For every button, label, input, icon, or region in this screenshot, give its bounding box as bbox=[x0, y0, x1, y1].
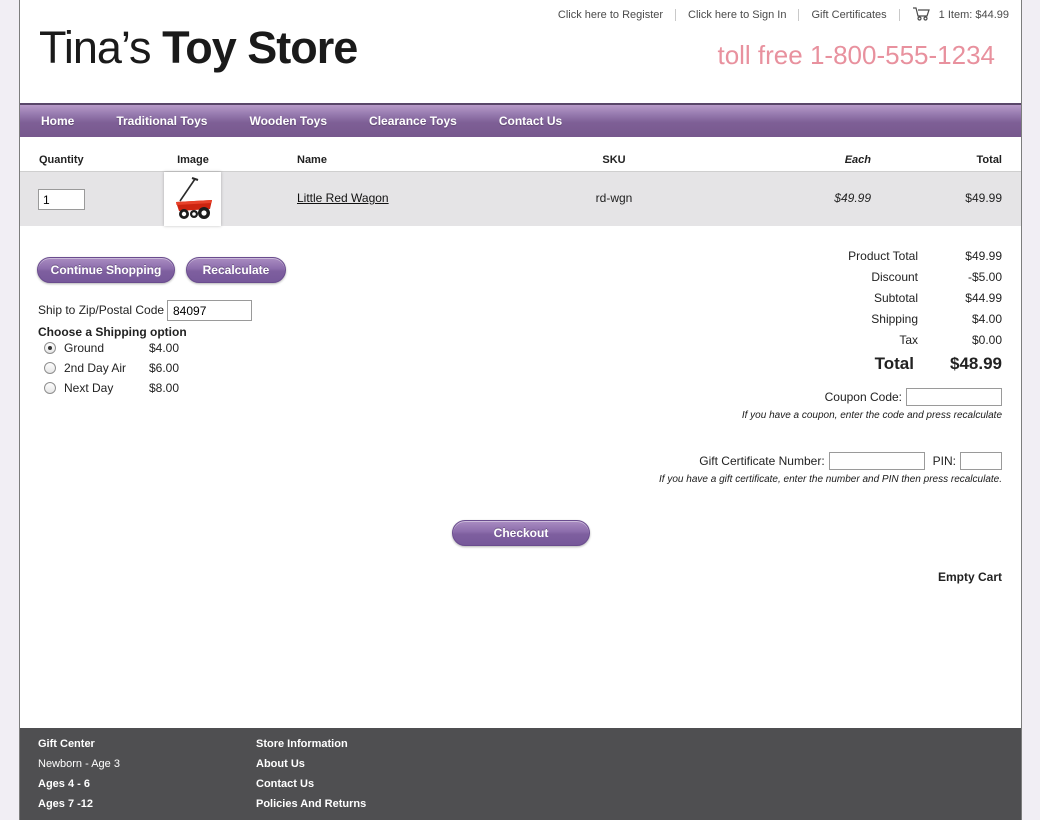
total-row-grand-total: Total $48.99 bbox=[762, 354, 1002, 374]
total-value: $0.00 bbox=[940, 333, 1002, 347]
zip-code-label: Ship to Zip/Postal Code bbox=[38, 303, 164, 317]
footer-heading: Gift Center bbox=[38, 738, 120, 750]
total-label: Product Total bbox=[798, 249, 918, 263]
gift-certificate-note: If you have a gift certificate, enter th… bbox=[659, 474, 1002, 485]
zip-code-input[interactable] bbox=[167, 300, 252, 321]
shipping-option-label: Next Day bbox=[64, 381, 113, 395]
column-header-quantity: Quantity bbox=[39, 154, 84, 166]
total-label: Discount bbox=[798, 270, 918, 284]
shopping-cart-icon bbox=[912, 6, 931, 24]
total-label: Tax bbox=[798, 333, 918, 347]
nav-item-home[interactable]: Home bbox=[20, 114, 95, 128]
radio-2nd-day-air[interactable] bbox=[44, 362, 56, 374]
column-header-image: Image bbox=[158, 154, 228, 166]
cart-table-header: Quantity Image Name SKU Each Total bbox=[20, 150, 1021, 172]
footer-link-newborn-age-3[interactable]: Newborn - Age 3 bbox=[38, 758, 120, 770]
nav-item-traditional-toys[interactable]: Traditional Toys bbox=[95, 114, 228, 128]
footer-heading: Store Information bbox=[256, 738, 366, 750]
cart-summary-link[interactable]: 1 Item: $44.99 bbox=[900, 6, 1009, 24]
pin-label: PIN: bbox=[933, 454, 956, 468]
total-label: Shipping bbox=[798, 312, 918, 326]
column-header-sku: SKU bbox=[564, 154, 664, 166]
total-row-product-total: Product Total $49.99 bbox=[762, 249, 1002, 263]
shipping-price-2nd-day-air: $6.00 bbox=[149, 361, 179, 375]
radio-next-day[interactable] bbox=[44, 382, 56, 394]
nav-item-wooden-toys[interactable]: Wooden Toys bbox=[228, 114, 348, 128]
total-value: $4.00 bbox=[940, 312, 1002, 326]
shipping-option-ground[interactable]: Ground bbox=[44, 341, 104, 355]
footer-column-store-information: Store Information About Us Contact Us Po… bbox=[256, 738, 366, 818]
shipping-price-ground: $4.00 bbox=[149, 341, 179, 355]
main-nav: Home Traditional Toys Wooden Toys Cleara… bbox=[20, 103, 1021, 137]
nav-item-clearance-toys[interactable]: Clearance Toys bbox=[348, 114, 478, 128]
register-link[interactable]: Click here to Register bbox=[546, 9, 675, 21]
gift-certificate-number-input[interactable] bbox=[829, 452, 925, 470]
product-name-link[interactable]: Little Red Wagon bbox=[297, 191, 389, 205]
order-totals: Product Total $49.99 Discount -$5.00 Sub… bbox=[762, 249, 1002, 381]
logo-first-word: Tina’s bbox=[39, 22, 151, 73]
pin-input[interactable] bbox=[960, 452, 1002, 470]
coupon-note: If you have a coupon, enter the code and… bbox=[742, 410, 1002, 421]
product-each-price: $49.99 bbox=[791, 191, 871, 205]
footer-link-ages-7-12[interactable]: Ages 7 -12 bbox=[38, 798, 120, 810]
column-header-name: Name bbox=[297, 154, 327, 166]
total-value: $49.99 bbox=[940, 249, 1002, 263]
radio-ground[interactable] bbox=[44, 342, 56, 354]
product-thumbnail[interactable] bbox=[164, 172, 221, 226]
shipping-option-label: Ground bbox=[64, 341, 104, 355]
shipping-option-label: 2nd Day Air bbox=[64, 361, 126, 375]
column-header-each: Each bbox=[791, 154, 871, 166]
store-logo[interactable]: Tina’s Toy Store bbox=[39, 22, 357, 74]
logo-second-word: Toy Store bbox=[151, 22, 358, 73]
footer-column-gift-center: Gift Center Newborn - Age 3 Ages 4 - 6 A… bbox=[38, 738, 120, 818]
gift-certificates-link[interactable]: Gift Certificates bbox=[799, 9, 898, 21]
total-row-discount: Discount -$5.00 bbox=[762, 270, 1002, 284]
total-value: -$5.00 bbox=[940, 270, 1002, 284]
recalculate-button[interactable]: Recalculate bbox=[186, 257, 286, 283]
total-row-subtotal: Subtotal $44.99 bbox=[762, 291, 1002, 305]
total-value: $44.99 bbox=[940, 291, 1002, 305]
footer-link-about-us[interactable]: About Us bbox=[256, 758, 366, 770]
empty-cart-link[interactable]: Empty Cart bbox=[938, 570, 1002, 584]
sign-in-link[interactable]: Click here to Sign In bbox=[676, 9, 798, 21]
nav-item-contact-us[interactable]: Contact Us bbox=[478, 114, 583, 128]
gift-certificate-number-label: Gift Certificate Number: bbox=[699, 454, 824, 468]
utility-bar: Click here to Register Click here to Sig… bbox=[546, 6, 1009, 24]
total-row-tax: Tax $0.00 bbox=[762, 333, 1002, 347]
toll-free-number: toll free 1-800-555-1234 bbox=[717, 40, 995, 71]
shipping-price-next-day: $8.00 bbox=[149, 381, 179, 395]
footer-link-contact-us[interactable]: Contact Us bbox=[256, 778, 366, 790]
shipping-options-title: Choose a Shipping option bbox=[38, 325, 187, 339]
grand-total-value: $48.99 bbox=[932, 354, 1002, 374]
cart-summary-text: 1 Item: $44.99 bbox=[939, 9, 1009, 21]
column-header-total: Total bbox=[922, 154, 1002, 166]
cart-item-row: Little Red Wagon rd-wgn $49.99 $49.99 bbox=[20, 172, 1021, 226]
product-sku: rd-wgn bbox=[564, 191, 664, 205]
product-total-price: $49.99 bbox=[922, 191, 1002, 205]
red-wagon-image bbox=[168, 175, 218, 223]
total-row-shipping: Shipping $4.00 bbox=[762, 312, 1002, 326]
total-label: Subtotal bbox=[798, 291, 918, 305]
shipping-option-next-day[interactable]: Next Day bbox=[44, 381, 113, 395]
quantity-input[interactable] bbox=[38, 189, 85, 210]
footer: Gift Center Newborn - Age 3 Ages 4 - 6 A… bbox=[20, 728, 1021, 820]
continue-shopping-button[interactable]: Continue Shopping bbox=[37, 257, 175, 283]
grand-total-label: Total bbox=[794, 354, 914, 374]
footer-link-ages-4-6[interactable]: Ages 4 - 6 bbox=[38, 778, 120, 790]
coupon-code-input[interactable] bbox=[906, 388, 1002, 406]
coupon-code-label: Coupon Code: bbox=[825, 390, 902, 404]
coupon-section: Coupon Code: bbox=[825, 388, 1002, 406]
footer-link-policies-and-returns[interactable]: Policies And Returns bbox=[256, 798, 366, 810]
gift-certificate-section: Gift Certificate Number: PIN: bbox=[699, 452, 1002, 470]
page-container: Click here to Register Click here to Sig… bbox=[19, 0, 1022, 820]
checkout-button[interactable]: Checkout bbox=[452, 520, 590, 546]
shipping-option-2nd-day-air[interactable]: 2nd Day Air bbox=[44, 361, 126, 375]
